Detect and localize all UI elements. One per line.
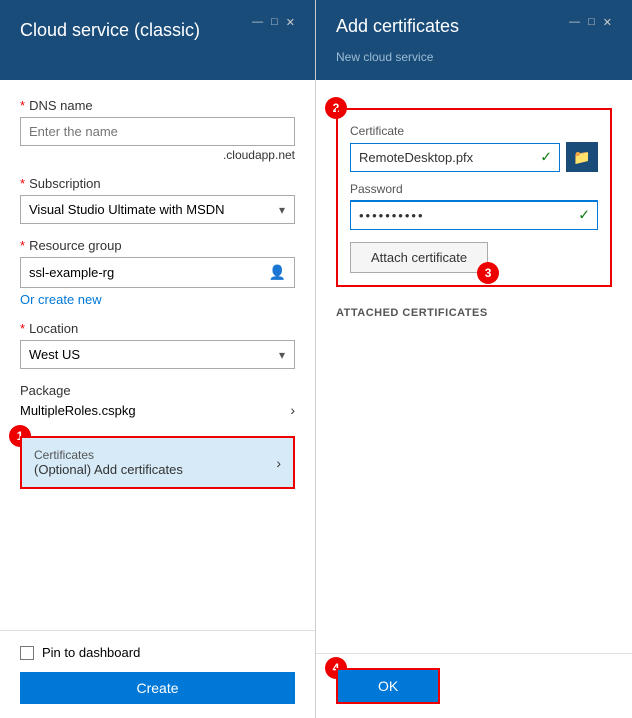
password-field-group: Password — [350, 182, 598, 230]
password-label: Password — [350, 182, 598, 196]
right-panel-title: Add certificates — [336, 16, 459, 37]
cert-field-section: Certificate RemoteDesktop.pfx 📁 — [336, 108, 612, 287]
package-value: MultipleRoles.cspkg — [20, 403, 136, 418]
right-close-icon[interactable]: ✕ — [603, 16, 612, 29]
right-maximize-icon[interactable]: □ — [588, 16, 595, 29]
attach-btn-container: 3 Attach certificate — [350, 242, 488, 273]
folder-icon: 📁 — [573, 149, 590, 166]
package-field-group: Package MultipleRoles.cspkg › — [20, 383, 295, 418]
location-field-group: * Location West US — [20, 321, 295, 369]
password-input[interactable] — [350, 200, 598, 230]
subscription-select[interactable]: Visual Studio Ultimate with MSDN — [20, 195, 295, 224]
pin-label: Pin to dashboard — [42, 645, 140, 660]
pin-row: Pin to dashboard — [20, 645, 295, 660]
package-label: Package — [20, 383, 295, 398]
certificates-desc: (Optional) Add certificates — [34, 462, 183, 477]
attach-certificate-button[interactable]: Attach certificate — [350, 242, 488, 273]
location-select-wrapper: West US — [20, 340, 295, 369]
right-header: Add certificates — □ ✕ New cloud service — [316, 0, 632, 80]
cert-chevron-icon: › — [276, 455, 281, 471]
certificate-field-group: Certificate RemoteDesktop.pfx 📁 — [350, 124, 598, 172]
certificate-select[interactable]: RemoteDesktop.pfx — [350, 143, 560, 172]
left-body: * DNS name .cloudapp.net * Subscription … — [0, 80, 315, 630]
ok-button[interactable]: OK — [338, 670, 438, 702]
subscription-field-group: * Subscription Visual Studio Ultimate wi… — [20, 176, 295, 224]
cert-section-wrapper: 2 Certificate RemoteDesktop.pfx 📁 — [336, 108, 612, 287]
minimize-icon[interactable]: — — [252, 16, 263, 29]
right-body: 2 Certificate RemoteDesktop.pfx 📁 — [316, 80, 632, 653]
dns-suffix: .cloudapp.net — [20, 148, 295, 162]
or-create-link[interactable]: Or create new — [20, 292, 295, 307]
certificates-section[interactable]: Certificates (Optional) Add certificates… — [20, 436, 295, 489]
step-badge-3: 3 — [477, 262, 499, 284]
pin-checkbox[interactable] — [20, 646, 34, 660]
left-footer: Pin to dashboard Create — [0, 630, 315, 718]
right-header-top: Add certificates — □ ✕ — [336, 16, 612, 37]
subscription-label: * Subscription — [20, 176, 295, 191]
required-star-2: * — [20, 176, 25, 191]
right-panel-subtitle: New cloud service — [336, 50, 612, 64]
dns-label: * DNS name — [20, 98, 295, 113]
certificate-label: Certificate — [350, 124, 598, 138]
resource-group-field-group: * Resource group ssl-example-rg 👤 Or cre… — [20, 238, 295, 307]
right-footer: 4 OK — [316, 653, 632, 718]
certificates-wrapper: 1 Certificates (Optional) Add certificat… — [20, 436, 295, 489]
package-row[interactable]: MultipleRoles.cspkg › — [20, 402, 295, 418]
folder-button[interactable]: 📁 — [566, 142, 598, 172]
required-star-3: * — [20, 238, 25, 253]
location-select[interactable]: West US — [20, 340, 295, 369]
cert-select-wrapper: RemoteDesktop.pfx — [350, 143, 560, 172]
required-star: * — [20, 98, 25, 113]
maximize-icon[interactable]: □ — [271, 16, 278, 29]
subscription-select-wrapper: Visual Studio Ultimate with MSDN — [20, 195, 295, 224]
left-header: Cloud service (classic) — □ ✕ — [0, 0, 315, 80]
close-icon[interactable]: ✕ — [286, 16, 295, 29]
certificates-title: Certificates — [34, 448, 183, 462]
ok-button-border: OK — [336, 668, 440, 704]
dns-field-group: * DNS name .cloudapp.net — [20, 98, 295, 162]
right-minimize-icon[interactable]: — — [569, 16, 580, 29]
location-label: * Location — [20, 321, 295, 336]
left-window-controls: — □ ✕ — [252, 16, 295, 29]
ok-btn-wrapper: 4 OK — [336, 668, 440, 704]
cert-dropdown-row: RemoteDesktop.pfx 📁 — [350, 142, 598, 172]
right-panel: Add certificates — □ ✕ New cloud service… — [316, 0, 632, 718]
required-star-4: * — [20, 321, 25, 336]
left-panel: Cloud service (classic) — □ ✕ * DNS name… — [0, 0, 316, 718]
resource-group-row: ssl-example-rg 👤 — [20, 257, 295, 288]
resource-group-value: ssl-example-rg — [29, 265, 114, 280]
attached-certificates-header: ATTACHED CERTIFICATES — [336, 307, 612, 319]
dns-input[interactable] — [20, 117, 295, 146]
left-panel-title: Cloud service (classic) — [20, 20, 200, 41]
cert-text-block: Certificates (Optional) Add certificates — [34, 448, 183, 477]
create-button[interactable]: Create — [20, 672, 295, 704]
person-icon[interactable]: 👤 — [269, 264, 286, 281]
right-window-controls: — □ ✕ — [569, 16, 612, 29]
password-field-wrapper — [350, 200, 598, 230]
chevron-right-icon: › — [290, 402, 295, 418]
resource-group-label: * Resource group — [20, 238, 295, 253]
